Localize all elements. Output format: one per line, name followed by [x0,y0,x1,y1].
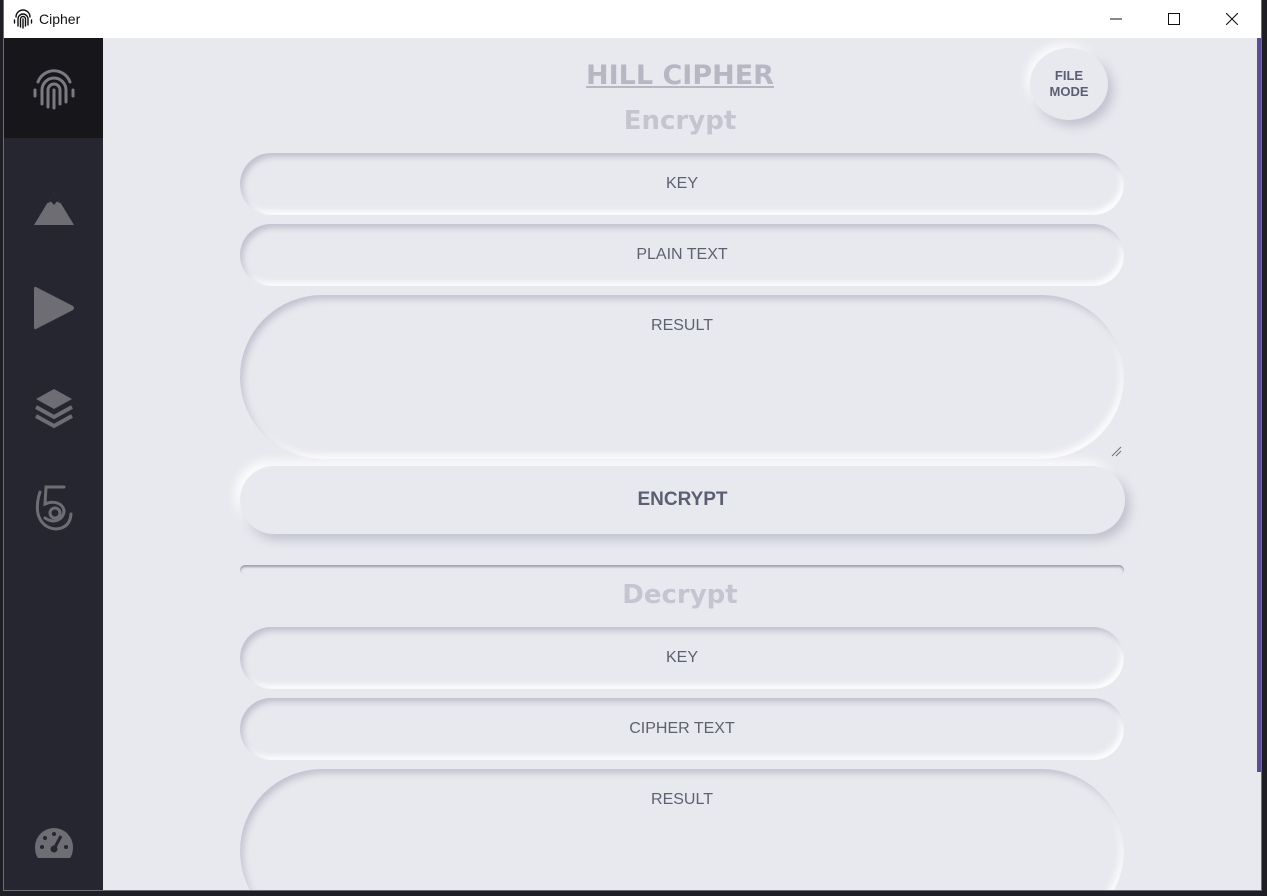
decrypt-result-textarea[interactable]: RESULT [240,769,1124,890]
decrypt-key-input[interactable]: KEY [240,627,1124,689]
minimize-icon [1110,18,1122,20]
sidebar-item-dashboard[interactable] [4,808,103,878]
cipher-text-input[interactable]: CIPHER TEXT [240,698,1124,760]
file-mode-line1: FILE [1054,68,1084,83]
encrypt-result-placeholder: RESULT [651,317,713,334]
encrypt-result-textarea[interactable]: RESULT [240,295,1124,459]
window-title: Cipher [39,11,81,27]
html5-icon [35,485,72,531]
section-divider [240,565,1124,575]
mountain-icon [33,192,74,225]
sidebar-item-html5[interactable] [4,473,103,543]
sidebar-item-play[interactable] [4,273,103,343]
sidebar [4,38,103,890]
close-icon [1226,13,1238,25]
minimize-button[interactable] [1087,0,1145,38]
sidebar-item-mountain[interactable] [4,173,103,243]
close-button[interactable] [1203,0,1261,38]
resize-grip-icon[interactable] [1110,445,1122,457]
plain-text-placeholder: PLAIN TEXT [636,246,728,263]
sidebar-item-layers[interactable] [4,373,103,443]
app-window: Cipher HILL CIPHER FILE MODE Encrypt KEY… [3,0,1262,891]
cipher-text-placeholder: CIPHER TEXT [629,720,735,737]
encrypt-button[interactable]: ENCRYPT [240,466,1125,534]
decrypt-heading: Decrypt [622,580,738,610]
file-mode-label: FILE MODE [1050,68,1089,100]
window-controls [1087,0,1261,38]
file-mode-line2: MODE [1049,84,1089,99]
decrypt-key-placeholder: KEY [665,649,698,666]
play-icon [33,286,74,330]
encrypt-heading: Encrypt [623,106,737,136]
encrypt-key-placeholder: KEY [665,175,698,192]
maximize-icon [1168,13,1180,25]
main-content: HILL CIPHER FILE MODE Encrypt KEY PLAIN … [103,38,1257,890]
accent-bar [1257,38,1261,772]
fingerprint-icon [12,8,34,30]
encrypt-key-input[interactable]: KEY [240,153,1124,215]
maximize-button[interactable] [1145,0,1203,38]
encrypt-button-label: ENCRYPT [637,489,728,510]
speedometer-icon [34,828,73,858]
sidebar-brand[interactable] [4,38,103,138]
decrypt-result-placeholder: RESULT [651,791,713,808]
title-bar: Cipher [4,0,1261,38]
layers-icon [34,389,73,429]
plain-text-input[interactable]: PLAIN TEXT [240,224,1124,286]
fingerprint-icon [33,69,74,110]
